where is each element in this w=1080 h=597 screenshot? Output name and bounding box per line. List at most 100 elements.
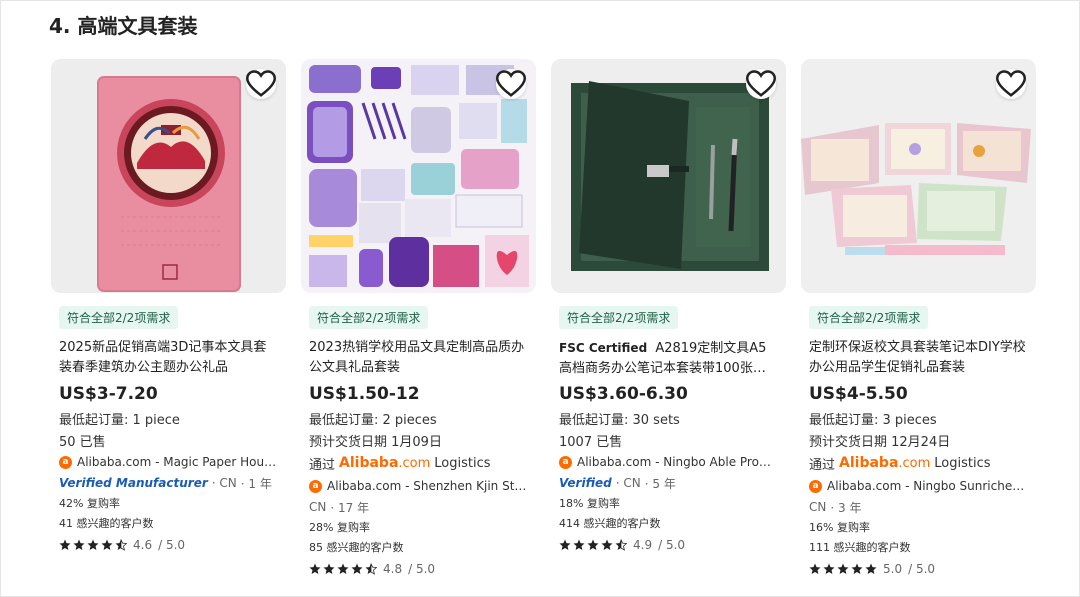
- verified-badge[interactable]: Verified Manufacturer: [59, 476, 208, 490]
- product-image[interactable]: [51, 59, 286, 293]
- star-icon: [587, 539, 599, 550]
- repurchase-rate: 16% 复购率: [809, 521, 870, 534]
- repurchase-rate: 28% 复购率: [309, 521, 370, 534]
- sold-count: 1007 已售: [559, 435, 623, 450]
- rating-value: 4.8: [383, 562, 403, 576]
- logistics-info: 通过 Alibaba .com Logistics: [809, 452, 1028, 474]
- star-icon: [59, 539, 71, 550]
- product-image[interactable]: [301, 59, 536, 293]
- product-card[interactable]: 符合全部2/2项需求 2023热销学校用品文具定制高品质办公文具礼品套装 US$…: [301, 59, 536, 578]
- logistics-suffix: Logistics: [434, 455, 491, 471]
- favorite-button[interactable]: [246, 69, 276, 99]
- product-title[interactable]: 2025新品促销高端3D记事本文具套装春季建筑办公主题办公礼品: [59, 338, 278, 378]
- star-icon: [601, 539, 613, 550]
- product-title[interactable]: FSC Certified A2819定制文具A5高档商务办公笔记本套装带100…: [559, 338, 778, 378]
- star-icon: [351, 563, 363, 574]
- sold-count: 50 已售: [59, 435, 106, 450]
- supplier-years: · 5 年: [644, 476, 676, 491]
- product-title[interactable]: 2023热销学校用品文具定制高品质办公文具礼品套装: [309, 338, 528, 378]
- heart-outline-icon: [746, 70, 776, 97]
- stars: [59, 539, 127, 551]
- supplier-link[interactable]: a Alibaba.com - Shenzhen Kjin Stati...: [309, 477, 528, 495]
- star-half-icon: [115, 539, 127, 551]
- star-icon: [337, 563, 349, 574]
- star-half-icon: [615, 539, 627, 551]
- interested-count: 85 感兴趣的客户数: [309, 541, 404, 554]
- alibaba-logistics-dotcom: .com: [898, 455, 931, 471]
- logistics-info: 通过 Alibaba .com Logistics: [309, 452, 528, 474]
- verified-badge[interactable]: Verified: [559, 476, 612, 490]
- rating-value: 5.0: [883, 562, 903, 576]
- logistics-suffix: Logistics: [934, 455, 991, 471]
- rating: 5.0 / 5.0: [809, 560, 1028, 578]
- star-icon: [101, 539, 113, 550]
- alibaba-logo-icon: a: [59, 455, 72, 469]
- stars: [309, 563, 377, 575]
- requirement-tag: 符合全部2/2项需求: [59, 306, 179, 329]
- requirement-tag: 符合全部2/2项需求: [309, 306, 429, 329]
- logistics-prefix: 通过: [809, 457, 836, 473]
- product-price: US$3-7.20: [59, 384, 158, 404]
- star-icon: [73, 539, 85, 550]
- supplier-location: CN: [809, 500, 827, 514]
- requirement-tag: 符合全部2/2项需求: [809, 306, 929, 329]
- product-card[interactable]: 符合全部2/2项需求 2025新品促销高端3D记事本文具套装春季建筑办公主题办公…: [51, 59, 286, 554]
- supplier-name: Alibaba.com - Magic Paper House...: [77, 455, 278, 469]
- product-price: US$1.50-12: [309, 384, 420, 404]
- supplier-years: · 17 年: [330, 500, 370, 515]
- supplier-years: · 1 年: [240, 476, 272, 491]
- rating: 4.9 / 5.0: [559, 536, 778, 554]
- star-icon: [309, 563, 321, 574]
- fsc-certified-label: FSC Certified: [559, 341, 648, 355]
- rating-max: / 5.0: [408, 562, 436, 576]
- section-title: 4. 高端文具套装: [49, 14, 198, 38]
- product-price: US$3.60-6.30: [559, 384, 688, 404]
- rating-value: 4.6: [133, 538, 153, 552]
- product-title[interactable]: 定制环保返校文具套装笔记本DIY学校办公用品学生促销礼品套装: [809, 338, 1028, 378]
- product-card[interactable]: 符合全部2/2项需求 FSC Certified A2819定制文具A5高档商务…: [551, 59, 786, 554]
- star-icon: [323, 563, 335, 574]
- repurchase-rate: 42% 复购率: [59, 497, 120, 510]
- min-order: 最低起订量: 1 piece: [59, 413, 180, 428]
- star-icon: [851, 563, 863, 574]
- star-icon: [823, 563, 835, 574]
- supplier-location: · CN: [211, 476, 237, 490]
- product-card[interactable]: 符合全部2/2项需求 定制环保返校文具套装笔记本DIY学校办公用品学生促销礼品套…: [801, 59, 1036, 578]
- supplier-years: · 3 年: [830, 500, 862, 515]
- star-icon: [573, 539, 585, 550]
- star-icon: [87, 539, 99, 550]
- stars: [809, 563, 877, 575]
- supplier-location: · CN: [615, 476, 641, 490]
- min-order: 最低起订量: 30 sets: [559, 413, 680, 428]
- interested-count: 414 感兴趣的客户数: [559, 517, 661, 530]
- favorite-button[interactable]: [996, 69, 1026, 99]
- product-image[interactable]: [551, 59, 786, 293]
- supplier-verify: CN · 3 年: [809, 498, 1028, 516]
- alibaba-logo-icon: a: [309, 479, 322, 493]
- requirement-tag: 符合全部2/2项需求: [559, 306, 679, 329]
- product-image[interactable]: [801, 59, 1036, 293]
- favorite-button[interactable]: [746, 69, 776, 99]
- interested-count: 41 感兴趣的客户数: [59, 517, 154, 530]
- alibaba-logistics-dotcom: .com: [398, 455, 431, 471]
- heart-outline-icon: [996, 70, 1026, 97]
- min-order: 最低起订量: 2 pieces: [309, 413, 437, 428]
- rating-value: 4.9: [633, 538, 653, 552]
- interested-count: 111 感兴趣的客户数: [809, 541, 911, 554]
- supplier-link[interactable]: a Alibaba.com - Ningbo Sunricher I...: [809, 477, 1028, 495]
- star-icon: [865, 563, 877, 574]
- supplier-verify: Verified Manufacturer · CN · 1 年: [59, 474, 278, 492]
- star-icon: [837, 563, 849, 574]
- alibaba-logo-icon: a: [809, 479, 822, 493]
- repurchase-rate: 18% 复购率: [559, 497, 620, 510]
- delivery-date: 预计交货日期 12月24日: [809, 435, 951, 450]
- star-half-icon: [365, 563, 377, 575]
- supplier-name: Alibaba.com - Ningbo Able Promo...: [577, 455, 778, 469]
- rating-max: / 5.0: [658, 538, 686, 552]
- supplier-link[interactable]: a Alibaba.com - Magic Paper House...: [59, 453, 278, 471]
- supplier-verify: CN · 17 年: [309, 498, 528, 516]
- alibaba-logistics-logo: Alibaba: [839, 455, 899, 471]
- supplier-link[interactable]: a Alibaba.com - Ningbo Able Promo...: [559, 453, 778, 471]
- favorite-button[interactable]: [496, 69, 526, 99]
- star-icon: [559, 539, 571, 550]
